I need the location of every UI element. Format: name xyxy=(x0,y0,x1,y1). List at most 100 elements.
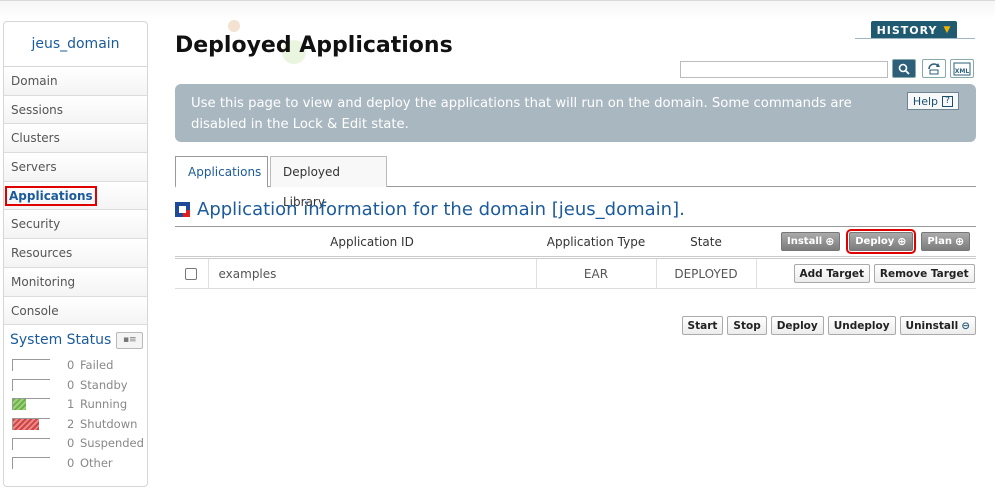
status-count: 0 xyxy=(67,455,75,470)
status-row-failed: 0 Failed xyxy=(4,355,147,375)
install-label: Install xyxy=(787,236,823,247)
question-icon: ? xyxy=(942,95,953,107)
chevron-down-icon: ▼ xyxy=(943,25,952,35)
search-icon[interactable] xyxy=(892,59,916,78)
status-count: 0 xyxy=(67,436,75,451)
svg-text:XML: XML xyxy=(955,68,970,75)
sidebar-item-security[interactable]: Security xyxy=(4,210,147,240)
status-bar xyxy=(12,437,50,450)
install-icon: ⊕ xyxy=(825,235,835,248)
plan-button[interactable]: Plan ⊕ xyxy=(921,232,971,251)
help-label: Help xyxy=(912,94,938,108)
sidebar-item-label: Sessions xyxy=(11,102,64,117)
undeploy-button[interactable]: Undeploy xyxy=(827,316,896,335)
action-buttons: Start Stop Deploy Undeploy Uninstall ⊖ xyxy=(681,316,976,335)
help-button[interactable]: Help ? xyxy=(906,92,959,110)
history-label: HISTORY xyxy=(876,23,938,37)
sidebar-item-console[interactable]: Console xyxy=(4,296,147,326)
deploy-label: Deploy xyxy=(855,236,895,247)
status-label: Shutdown xyxy=(80,416,138,431)
deploy-button[interactable]: Deploy ⊕ xyxy=(846,229,916,254)
sidebar-item-sessions[interactable]: Sessions xyxy=(4,95,147,125)
row-checkbox[interactable] xyxy=(185,268,198,280)
tab-bar: Applications Deployed Library xyxy=(175,156,976,209)
deploy-action-button[interactable]: Deploy xyxy=(770,316,824,335)
page-title: Deployed Applications xyxy=(175,33,453,58)
header-actions: Install ⊕ Deploy ⊕ Plan ⊕ xyxy=(756,227,976,258)
xml-export-icon[interactable]: XML xyxy=(950,59,974,78)
section-header: Application information for the domain [… xyxy=(175,199,685,220)
install-button[interactable]: Install ⊕ xyxy=(781,232,841,251)
status-bar xyxy=(12,457,50,470)
sidebar-item-servers[interactable]: Servers xyxy=(4,153,147,182)
sidebar-item-domain[interactable]: Domain xyxy=(4,67,147,96)
info-text: Use this page to view and deploy the app… xyxy=(191,96,852,132)
refresh-icon[interactable] xyxy=(922,59,946,78)
column-header-application-id: Application ID xyxy=(330,234,414,249)
uninstall-button[interactable]: Uninstall ⊖ xyxy=(899,316,976,335)
status-row-other: 0 Other xyxy=(4,453,147,473)
sidebar-item-label: Domain xyxy=(11,74,58,88)
uninstall-icon: ⊖ xyxy=(961,319,970,332)
monitor-icon[interactable]: ▪≡ xyxy=(116,331,144,349)
table-header-row: Application ID Application Type State In… xyxy=(175,226,976,258)
plan-label: Plan xyxy=(927,236,952,247)
select-column-header xyxy=(175,227,208,258)
status-bar xyxy=(12,359,50,372)
sidebar-item-label: Monitoring xyxy=(11,274,76,289)
tab-applications[interactable]: Applications xyxy=(175,156,268,188)
status-row-suspended: 0 Suspended xyxy=(4,434,147,454)
row-actions-cell: Add Target Remove Target xyxy=(755,257,976,289)
sidebar-item-monitoring[interactable]: Monitoring xyxy=(4,267,147,297)
status-label: Running xyxy=(80,397,128,412)
column-header-state: State xyxy=(690,234,722,249)
sidebar: jeus_domain Domain Sessions Clusters Ser… xyxy=(3,21,148,487)
status-count: 0 xyxy=(67,357,75,372)
status-bar-fill xyxy=(13,399,26,411)
search-input[interactable] xyxy=(680,61,888,78)
status-count: 2 xyxy=(67,416,75,431)
system-status-header: System Status ▪≡ xyxy=(4,325,147,355)
sidebar-item-label: Resources xyxy=(11,246,73,261)
status-bar-fill xyxy=(13,418,39,430)
application-type-cell: EAR xyxy=(535,257,656,289)
status-row-shutdown: 2 Shutdown xyxy=(4,414,147,434)
status-label: Standby xyxy=(80,377,128,392)
decoration-circle xyxy=(228,20,240,32)
state-cell: DEPLOYED xyxy=(655,257,756,289)
status-count: 0 xyxy=(67,377,75,392)
sidebar-item-applications[interactable]: Applications xyxy=(4,181,147,211)
sidebar-item-label: Clusters xyxy=(11,131,60,146)
uninstall-label: Uninstall xyxy=(905,319,959,332)
row-select-cell xyxy=(175,257,208,289)
sidebar-item-label: Console xyxy=(11,303,59,318)
domain-name[interactable]: jeus_domain xyxy=(4,22,147,67)
status-label: Failed xyxy=(80,357,114,372)
start-button[interactable]: Start xyxy=(681,316,724,335)
application-id-cell[interactable]: examples xyxy=(207,257,536,289)
history-button[interactable]: HISTORY ▼ xyxy=(871,21,957,39)
plan-icon: ⊕ xyxy=(954,235,965,248)
status-bar xyxy=(12,417,50,430)
sidebar-item-label: Applications xyxy=(5,185,97,206)
section-title: Application information for the domain [… xyxy=(197,199,685,220)
applications-table: Application ID Application Type State In… xyxy=(175,226,976,289)
tab-deployed-library[interactable]: Deployed Library xyxy=(270,156,387,209)
status-row-standby: 0 Standby xyxy=(4,375,147,395)
remove-target-button[interactable]: Remove Target xyxy=(873,264,975,283)
deploy-icon: ⊕ xyxy=(897,235,907,248)
info-box: Use this page to view and deploy the app… xyxy=(175,84,976,142)
add-target-button[interactable]: Add Target xyxy=(793,264,871,283)
divider xyxy=(855,38,975,39)
stop-button[interactable]: Stop xyxy=(727,316,767,335)
table-row: examples EAR DEPLOYED Add Target Remove … xyxy=(175,257,976,289)
system-status-title: System Status xyxy=(10,332,112,349)
status-label: Other xyxy=(80,455,113,470)
sidebar-item-clusters[interactable]: Clusters xyxy=(4,124,147,154)
sidebar-item-label: Servers xyxy=(11,160,57,175)
top-bar xyxy=(0,0,995,20)
status-label: Suspended xyxy=(80,436,144,451)
sidebar-item-resources[interactable]: Resources xyxy=(4,239,147,268)
status-count: 1 xyxy=(67,397,75,412)
section-bullet-icon xyxy=(175,202,190,217)
